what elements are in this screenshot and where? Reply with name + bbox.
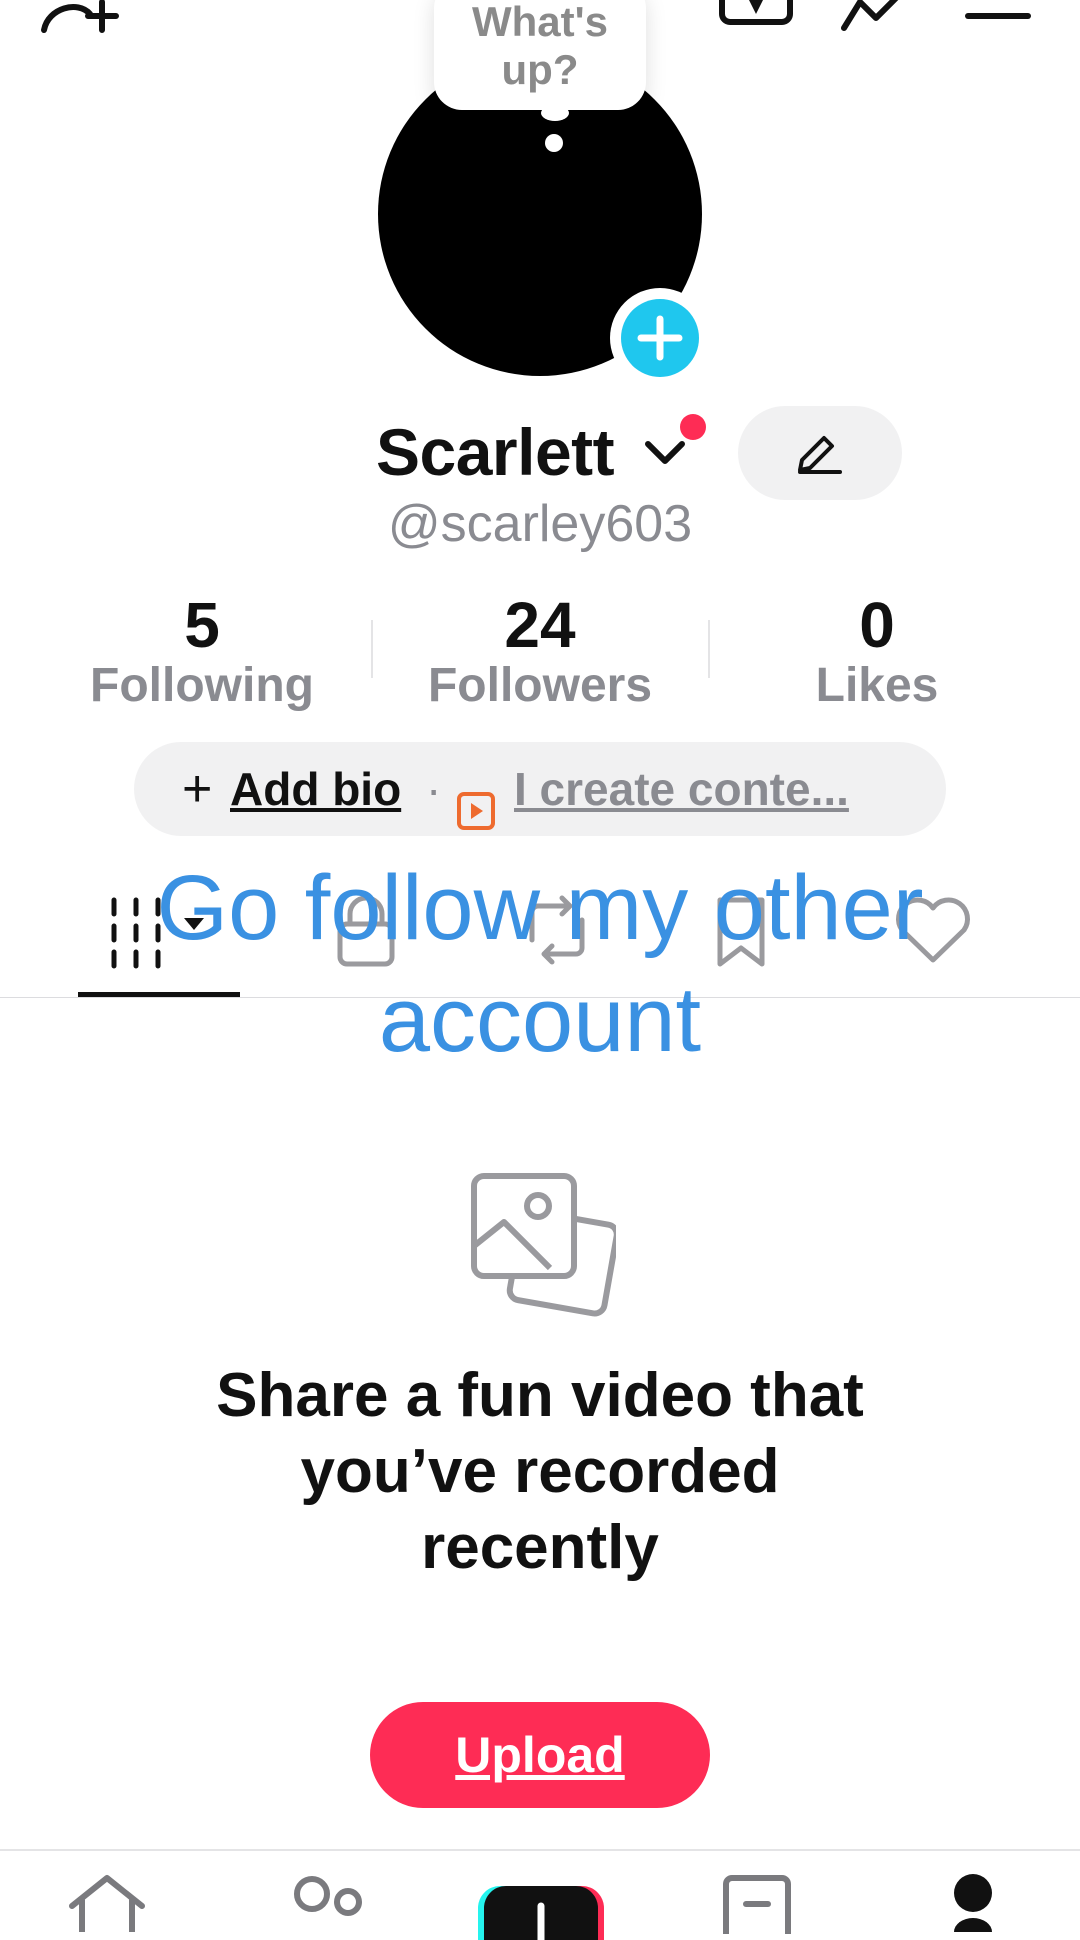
bio-plus: + [182,760,213,818]
add-friend-icon[interactable] [38,0,128,38]
stat-label: Followers [427,659,653,712]
pencil-icon [794,432,846,476]
notification-dot [680,414,706,440]
bio-separator: · [426,763,442,815]
add-photo-button[interactable] [610,288,710,388]
profile-handle: @scarley603 [387,495,693,553]
video-play-icon [456,768,496,830]
create-icon[interactable] [478,1880,604,1940]
stat-label: Likes [815,659,939,712]
overlay-caption: Go follow my other account [156,857,924,1071]
bottom-nav-divider [0,1849,1080,1851]
stat-followers[interactable]: 24 Followers [390,590,690,712]
upload-button[interactable]: Upload [370,1702,710,1808]
plus-icon [637,315,683,361]
bio-bar[interactable]: + Add bio · I create conte... [134,742,946,836]
creator-category-link[interactable]: I create conte... [514,742,849,836]
photos-icon [470,1172,616,1318]
favorites-icon[interactable] [718,0,796,30]
friends-icon[interactable] [292,1874,366,1924]
stat-divider [371,620,373,678]
stat-divider [708,620,710,678]
stat-likes[interactable]: 0 Likes [727,590,1027,712]
stat-value: 0 [859,589,895,661]
stat-value: 24 [504,589,576,661]
inbox-icon[interactable] [722,1874,792,1934]
edit-profile-button[interactable] [738,406,902,500]
status-bubble-dot [545,134,563,152]
send-icon[interactable] [838,0,918,34]
stat-following[interactable]: 5 Following [52,590,352,712]
chevron-down-icon[interactable] [640,436,690,470]
status-bubble-text: What's up? [472,0,608,93]
profile-name[interactable]: Scarlett [376,414,615,490]
home-icon[interactable] [66,1872,148,1932]
status-bubble[interactable]: What's up? [434,0,646,110]
menu-icon[interactable] [964,0,1032,26]
status-bubble-tail [541,105,569,121]
stat-value: 5 [184,589,220,661]
empty-state-message: Share a fun video that you’ve recorded r… [216,1361,864,1582]
profile-icon[interactable] [952,1872,994,1932]
add-bio-link[interactable]: Add bio [230,742,401,836]
stat-label: Following [90,659,314,712]
